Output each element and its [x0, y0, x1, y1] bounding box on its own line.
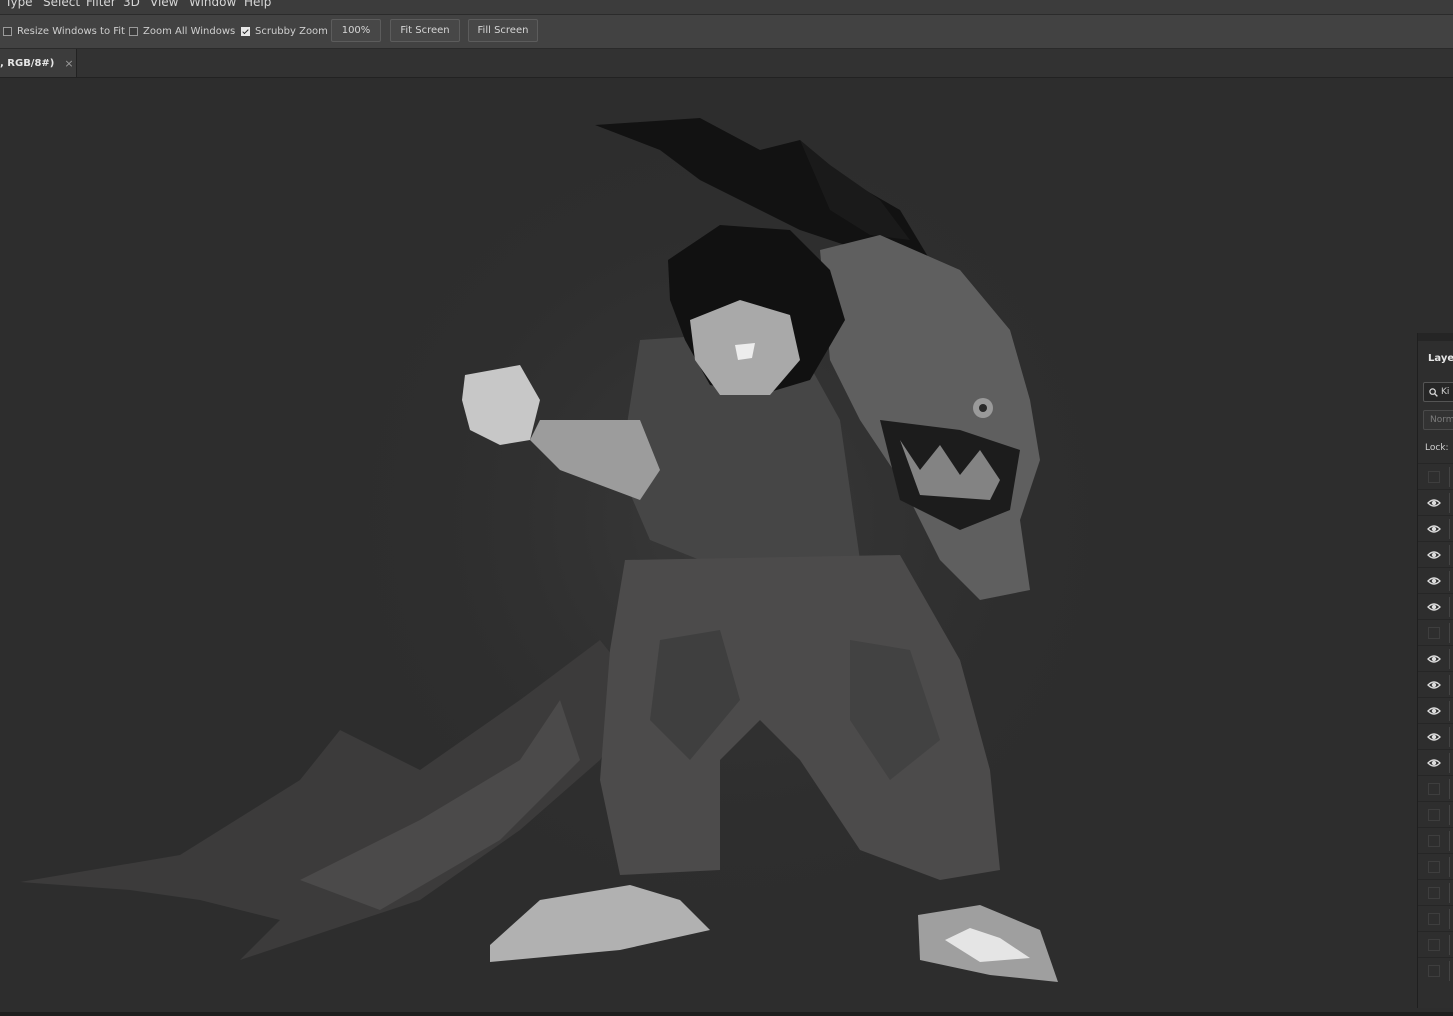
layer-thumbnail-edge: [1449, 753, 1450, 773]
menu-bar: Type Select Filter 3D View Window Help: [0, 0, 1453, 15]
layer-thumbnail-edge: [1449, 779, 1450, 799]
status-bar: [0, 1012, 1453, 1016]
layer-thumbnail-edge: [1449, 545, 1450, 565]
document-tab[interactable]: , RGB/8#) ×: [0, 49, 77, 77]
layer-row[interactable]: [1418, 775, 1453, 802]
blend-mode-select[interactable]: Norm: [1423, 410, 1453, 430]
eye-icon[interactable]: [1427, 522, 1441, 536]
layer-row[interactable]: [1418, 567, 1453, 594]
scrubby-zoom-checkbox[interactable]: [241, 27, 250, 36]
layer-thumbnail-edge: [1449, 649, 1450, 669]
layer-row[interactable]: [1418, 957, 1453, 984]
resize-windows-label: Resize Windows to Fit: [17, 26, 125, 37]
document-tab-bar: , RGB/8#) ×: [0, 49, 1453, 78]
layer-thumbnail-edge: [1449, 909, 1450, 929]
layer-row[interactable]: [1418, 489, 1453, 516]
options-bar: Resize Windows to Fit Zoom All Windows S…: [0, 15, 1453, 49]
menu-window[interactable]: Window: [189, 0, 236, 9]
eye-icon[interactable]: [1427, 600, 1441, 614]
layer-row[interactable]: [1418, 645, 1453, 672]
visibility-off-toggle[interactable]: [1428, 471, 1440, 483]
zoom-100-button[interactable]: 100%: [331, 19, 381, 42]
zoom-all-checkbox[interactable]: [129, 27, 138, 36]
layer-row[interactable]: [1418, 541, 1453, 568]
scrubby-zoom-label: Scrubby Zoom: [255, 26, 328, 37]
visibility-off-toggle[interactable]: [1428, 783, 1440, 795]
layer-filter-value: Ki: [1441, 387, 1450, 397]
zoom-all-option[interactable]: Zoom All Windows: [129, 26, 235, 37]
canvas[interactable]: [0, 78, 1453, 1012]
layer-thumbnail-edge: [1449, 883, 1450, 903]
visibility-off-toggle[interactable]: [1428, 965, 1440, 977]
visibility-off-toggle[interactable]: [1428, 861, 1440, 873]
visibility-off-toggle[interactable]: [1428, 835, 1440, 847]
layer-thumbnail-edge: [1449, 857, 1450, 877]
zoom-all-label: Zoom All Windows: [143, 26, 236, 37]
layer-row[interactable]: [1418, 515, 1453, 542]
eye-icon[interactable]: [1427, 756, 1441, 770]
layer-thumbnail-edge: [1449, 493, 1450, 513]
visibility-off-toggle[interactable]: [1428, 809, 1440, 821]
panel-header: [1418, 333, 1453, 341]
fill-screen-button[interactable]: Fill Screen: [468, 19, 538, 42]
layer-row[interactable]: [1418, 463, 1453, 490]
layer-row[interactable]: [1418, 593, 1453, 620]
menu-3d[interactable]: 3D: [123, 0, 140, 9]
visibility-off-toggle[interactable]: [1428, 627, 1440, 639]
layer-thumbnail-edge: [1449, 597, 1450, 617]
menu-type[interactable]: Type: [5, 0, 33, 9]
layer-row[interactable]: [1418, 749, 1453, 776]
layer-thumbnail-edge: [1449, 467, 1450, 487]
layer-thumbnail-edge: [1449, 623, 1450, 643]
resize-windows-option[interactable]: Resize Windows to Fit: [3, 26, 125, 37]
eye-icon[interactable]: [1427, 704, 1441, 718]
eye-icon[interactable]: [1427, 652, 1441, 666]
close-icon[interactable]: ×: [64, 57, 73, 70]
layer-row[interactable]: [1418, 879, 1453, 906]
layer-thumbnail-edge: [1449, 831, 1450, 851]
lock-label: Lock:: [1425, 443, 1449, 453]
eye-icon[interactable]: [1427, 496, 1441, 510]
layer-thumbnail-edge: [1449, 675, 1450, 695]
layer-thumbnail-edge: [1449, 961, 1450, 981]
layer-filter-input[interactable]: Ki: [1423, 382, 1453, 402]
resize-windows-checkbox[interactable]: [3, 27, 12, 36]
layer-row[interactable]: [1418, 827, 1453, 854]
menu-filter[interactable]: Filter: [86, 0, 116, 9]
eye-icon[interactable]: [1427, 574, 1441, 588]
layers-panel-title[interactable]: Layers: [1428, 353, 1453, 364]
layer-row[interactable]: [1418, 671, 1453, 698]
menu-view[interactable]: View: [150, 0, 178, 9]
menu-help[interactable]: Help: [244, 0, 271, 9]
layer-thumbnail-edge: [1449, 701, 1450, 721]
layer-thumbnail-edge: [1449, 727, 1450, 747]
fit-screen-button[interactable]: Fit Screen: [390, 19, 460, 42]
menu-select[interactable]: Select: [43, 0, 80, 9]
layer-row[interactable]: [1418, 853, 1453, 880]
layer-thumbnail-edge: [1449, 805, 1450, 825]
document-tab-title: , RGB/8#): [0, 57, 55, 69]
search-icon: [1429, 387, 1438, 397]
eye-icon[interactable]: [1427, 730, 1441, 744]
visibility-off-toggle[interactable]: [1428, 913, 1440, 925]
layer-row[interactable]: [1418, 905, 1453, 932]
layers-panel: Layers Ki Norm Lock:: [1417, 333, 1453, 1008]
layer-thumbnail-edge: [1449, 519, 1450, 539]
eye-icon[interactable]: [1427, 678, 1441, 692]
layer-thumbnail-edge: [1449, 571, 1450, 591]
visibility-off-toggle[interactable]: [1428, 887, 1440, 899]
layer-row[interactable]: [1418, 697, 1453, 724]
layer-thumbnail-edge: [1449, 935, 1450, 955]
layer-row[interactable]: [1418, 801, 1453, 828]
layer-row[interactable]: [1418, 931, 1453, 958]
visibility-off-toggle[interactable]: [1428, 939, 1440, 951]
eye-icon[interactable]: [1427, 548, 1441, 562]
scrubby-zoom-option[interactable]: Scrubby Zoom: [241, 26, 328, 37]
layer-row[interactable]: [1418, 723, 1453, 750]
layer-row[interactable]: [1418, 619, 1453, 646]
artwork-image: [0, 78, 1453, 1012]
